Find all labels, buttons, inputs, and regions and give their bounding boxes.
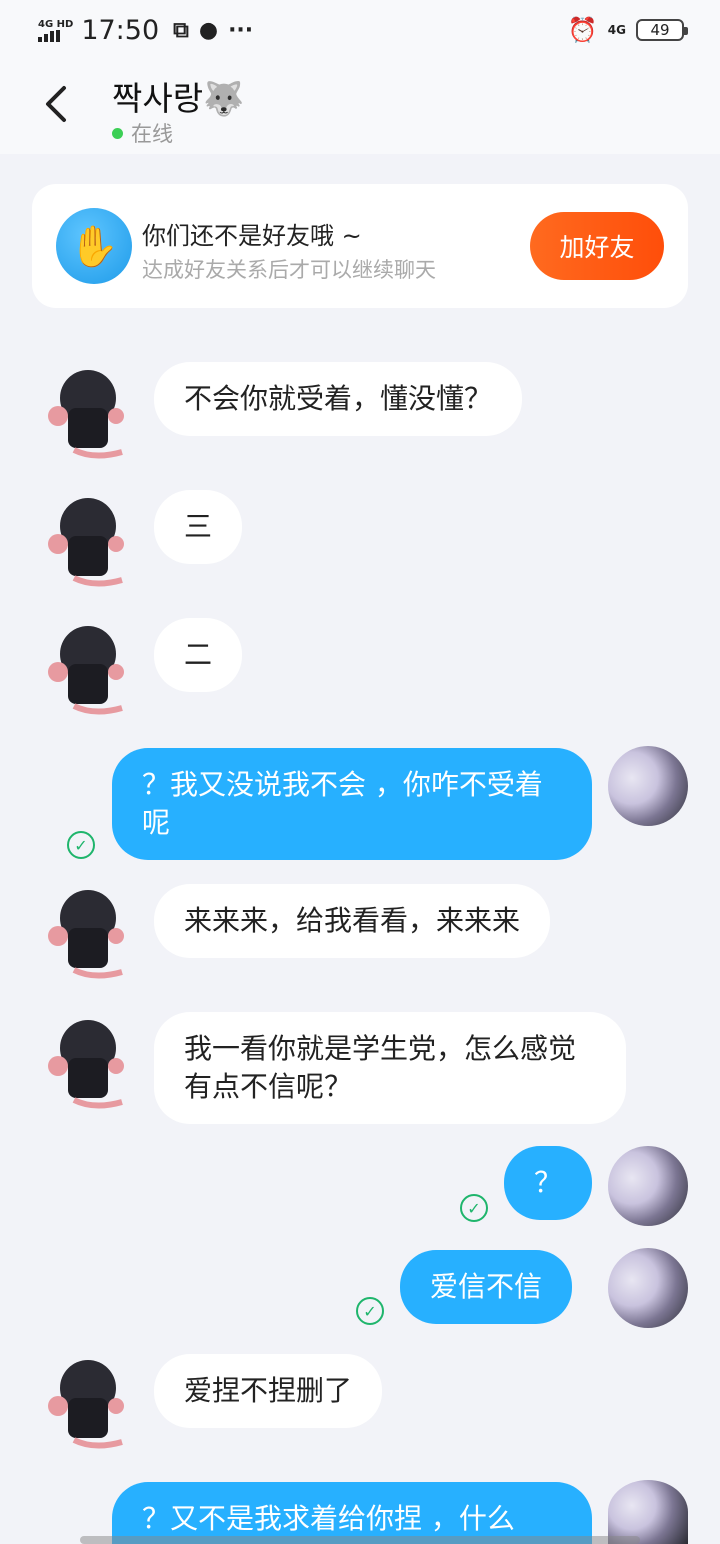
scroll-indicator	[80, 1536, 640, 1544]
battery-level: 49	[650, 21, 670, 39]
other-avatar[interactable]	[44, 1010, 128, 1110]
media-icon: ●	[198, 17, 219, 43]
other-avatar[interactable]	[44, 880, 128, 980]
chat-header: 짝사랑🐺 在线	[0, 60, 720, 154]
network-4g-label: 4G	[607, 23, 626, 37]
other-avatar[interactable]	[44, 488, 128, 588]
friend-card-subtitle: 达成好友关系后才可以继续聊天	[142, 258, 436, 282]
read-check-icon: ✓	[356, 1297, 384, 1325]
friend-card-title: 你们还不是好友哦 ~	[142, 222, 362, 250]
message-bubble-outgoing[interactable]: 爱信不信	[400, 1250, 573, 1324]
chat-title[interactable]: 짝사랑🐺	[112, 72, 244, 120]
more-dots-icon: ···	[228, 17, 254, 43]
clock: 17:50	[81, 14, 160, 46]
self-avatar[interactable]	[608, 1480, 688, 1544]
online-status: 在线	[112, 118, 173, 148]
read-check-icon: ✓	[67, 831, 95, 859]
self-avatar[interactable]	[608, 1248, 688, 1328]
message-bubble-incoming[interactable]: 爱捏不捏删了	[154, 1354, 383, 1428]
battery-icon: 49	[636, 19, 688, 41]
online-dot-icon	[112, 127, 123, 139]
message-bubble-outgoing[interactable]: ？又不是我求着给你捏 ，什么	[112, 1482, 592, 1544]
sim-icon: ⧉	[173, 17, 189, 43]
message-bubble-incoming[interactable]: 来来来，给我看看，来来来	[154, 884, 551, 958]
alarm-icon: ⏰	[567, 16, 598, 44]
self-avatar[interactable]	[608, 1146, 688, 1226]
message-bubble-incoming[interactable]: 不会你就受着，懂没懂？	[154, 362, 523, 436]
network-indicator: 4G HD	[38, 19, 73, 42]
message-bubble-incoming[interactable]: 三	[154, 490, 243, 564]
status-bar: 4G HD 17:50 ⧉ ● ··· ⏰ 4G 49	[0, 0, 720, 60]
message-bubble-incoming[interactable]: 我一看你就是学生党，怎么感觉有点不信呢？	[154, 1012, 626, 1124]
online-label: 在线	[131, 122, 173, 146]
other-avatar[interactable]	[44, 616, 128, 716]
hand-wave-icon: ✋	[56, 208, 132, 284]
message-bubble-outgoing[interactable]: ？	[504, 1146, 593, 1220]
add-friend-card: ✋ 你们还不是好友哦 ~ 达成好友关系后才可以继续聊天 加好友	[32, 184, 688, 308]
message-bubble-outgoing[interactable]: ？我又没说我不会 ，你咋不受着呢	[112, 748, 592, 860]
network-label: 4G HD	[38, 18, 74, 30]
read-check-icon: ✓	[460, 1194, 488, 1222]
self-avatar[interactable]	[608, 746, 688, 826]
add-friend-button[interactable]: 加好友	[530, 212, 664, 280]
message-bubble-incoming[interactable]: 二	[154, 618, 243, 692]
other-avatar[interactable]	[44, 360, 128, 460]
back-arrow-icon[interactable]	[40, 84, 80, 124]
other-avatar[interactable]	[44, 1350, 128, 1450]
